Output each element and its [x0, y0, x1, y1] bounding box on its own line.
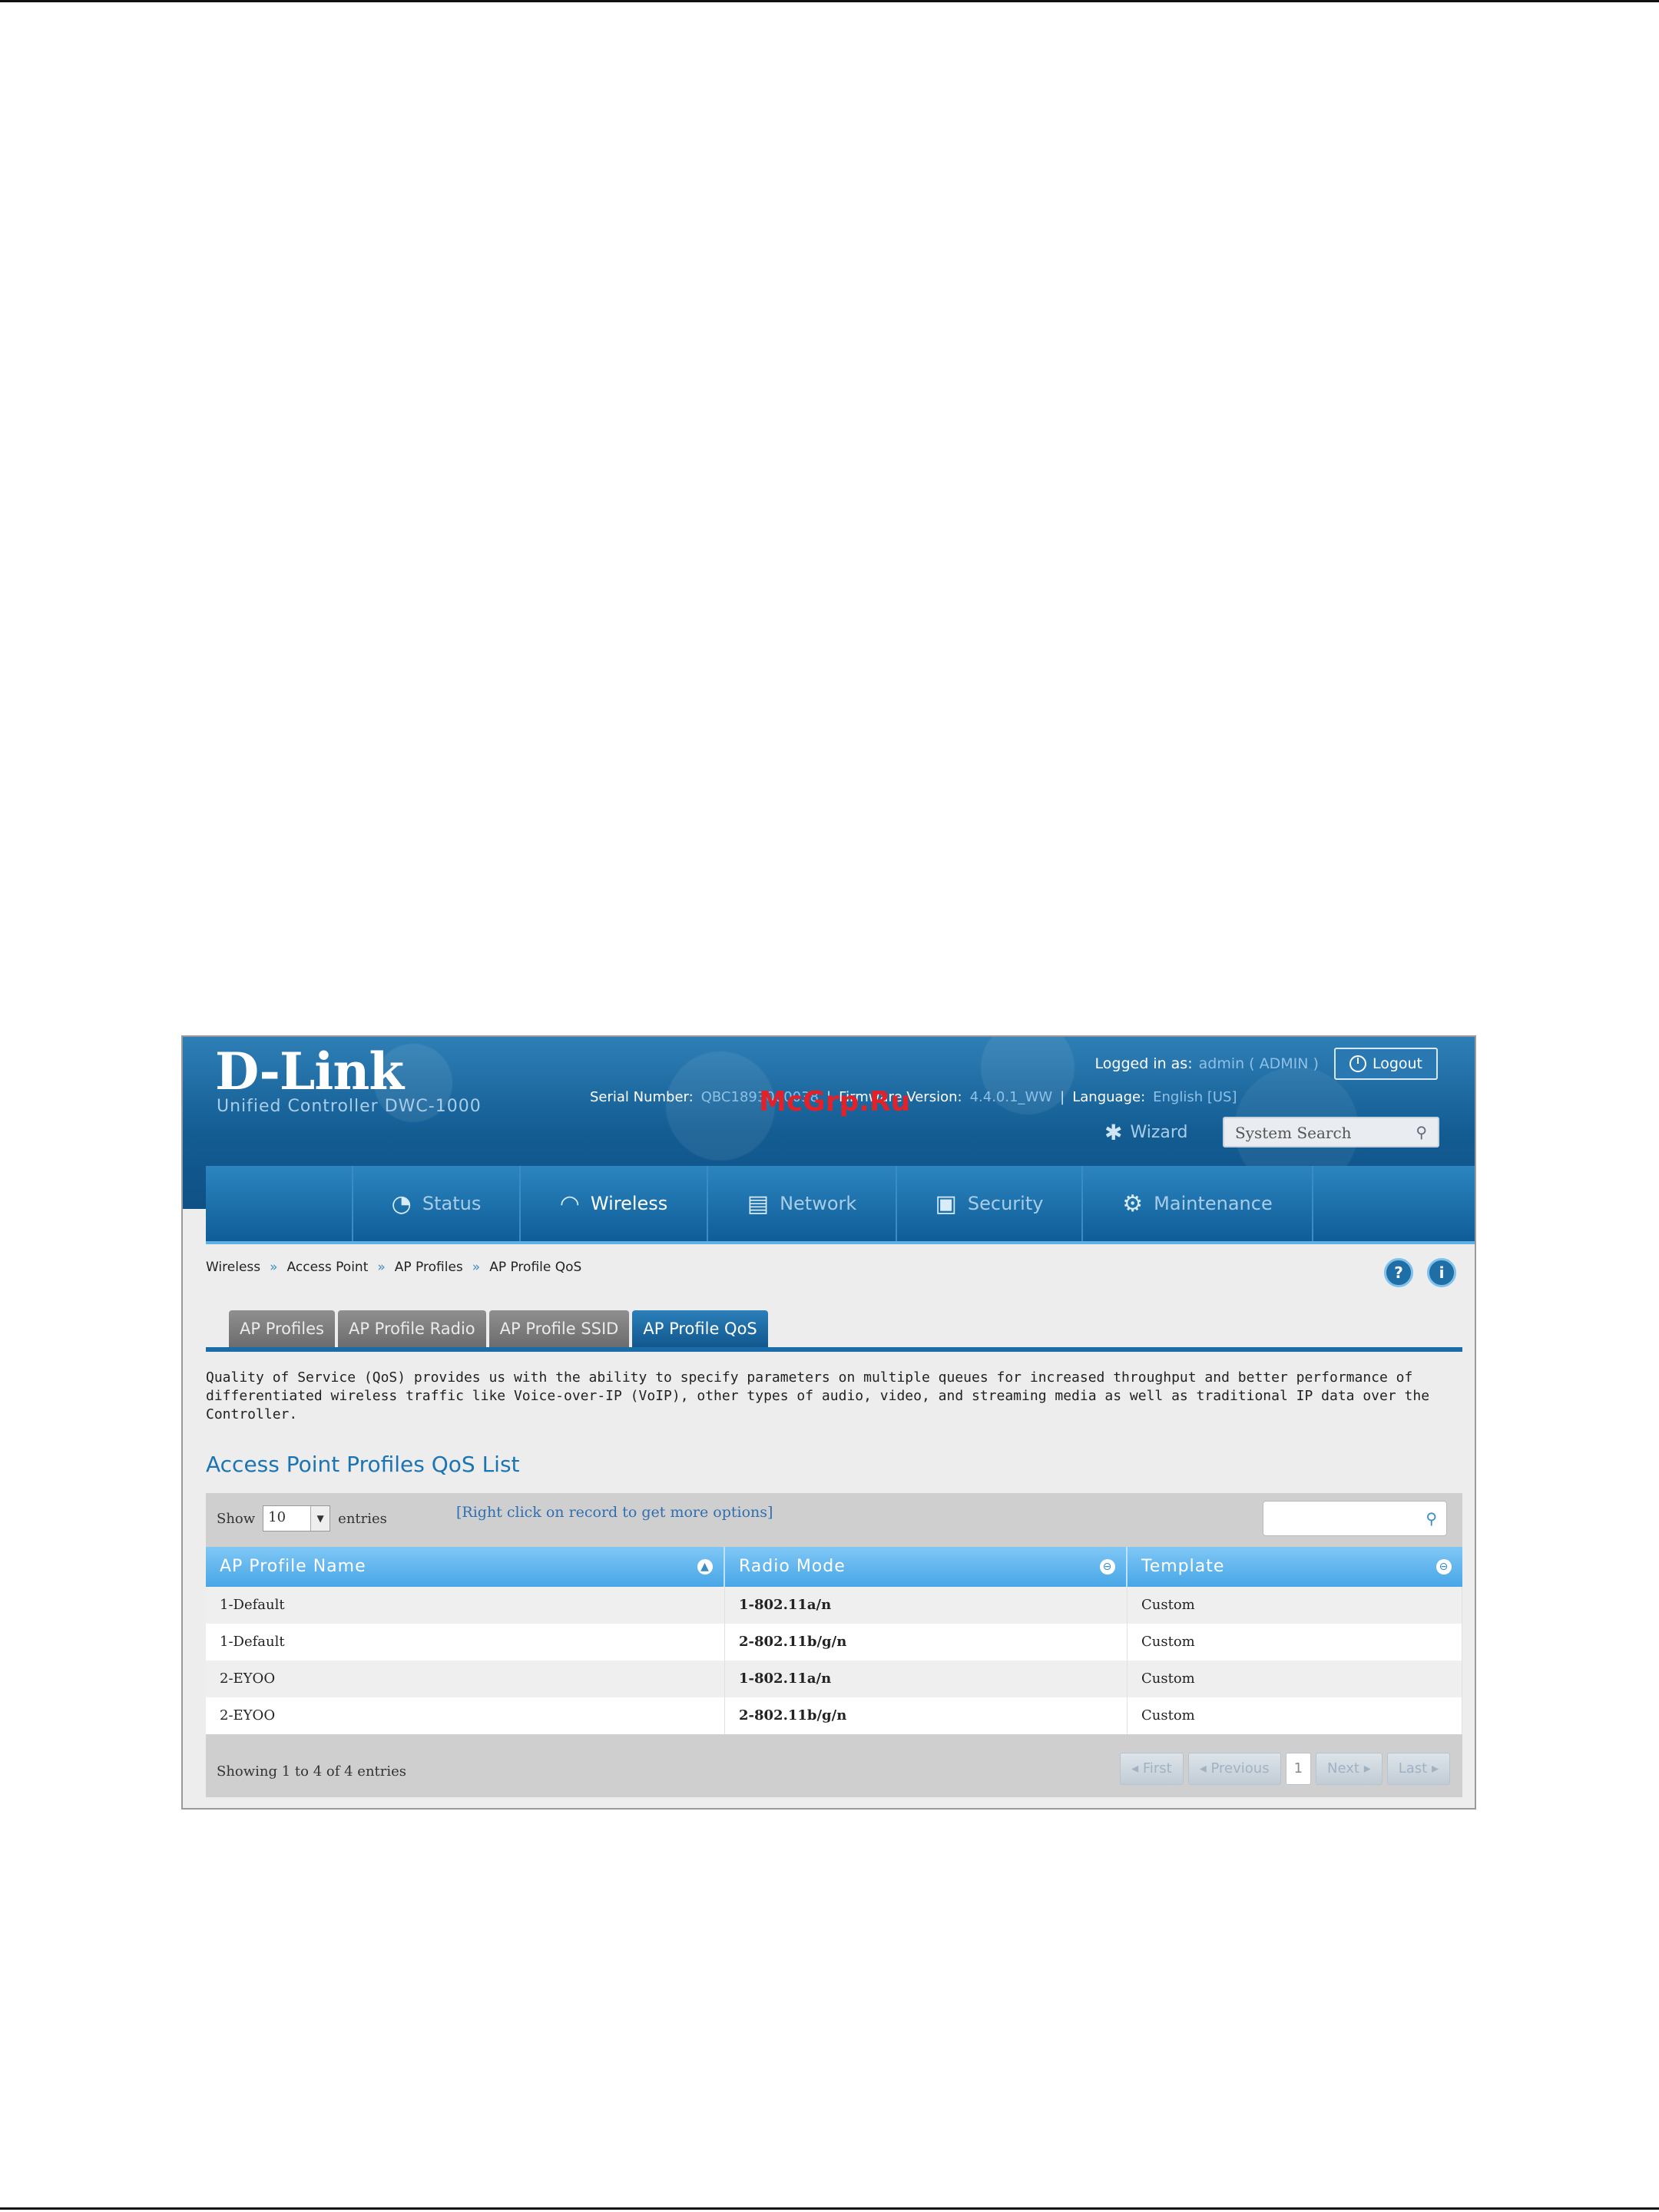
language-value[interactable]: English [US] — [1153, 1089, 1237, 1105]
cell-template: Custom — [1128, 1697, 1462, 1734]
language-label: Language: — [1072, 1089, 1146, 1105]
show-label: Show — [217, 1510, 256, 1527]
firmware-value: 4.4.0.1_WW — [969, 1089, 1053, 1105]
column-radio-mode[interactable]: Radio Mode ⊖ — [725, 1547, 1128, 1587]
column-ap-profile-name[interactable]: AP Profile Name ▲ — [206, 1547, 725, 1587]
cell-radio-mode: 1-802.11a/n — [725, 1661, 1128, 1697]
entries-label: entries — [338, 1510, 387, 1527]
grid-search-input[interactable]: ⚲ — [1263, 1501, 1447, 1536]
search-icon[interactable]: ⚲ — [1426, 1509, 1437, 1528]
tab-ap-profile-radio[interactable]: AP Profile Radio — [337, 1310, 486, 1347]
tab-ap-profiles[interactable]: AP Profiles — [229, 1310, 335, 1347]
entries-value: 10 — [268, 1509, 286, 1525]
nav-security[interactable]: ▣ Security — [897, 1166, 1083, 1241]
wizard-link[interactable]: ✱ Wizard — [1104, 1120, 1188, 1145]
wand-icon: ✱ — [1104, 1120, 1123, 1145]
table-row[interactable]: 2-EYOO 1-802.11a/n Custom — [206, 1661, 1462, 1697]
main-nav: ◔ Status ◠ Wireless ▤ Network ▣ Security… — [206, 1166, 1475, 1244]
breadcrumb-item[interactable]: AP Profiles — [395, 1260, 463, 1275]
qos-grid-panel: Show 10 ▼ entries [Right click on record… — [206, 1493, 1462, 1797]
sort-asc-icon[interactable]: ▲ — [697, 1559, 713, 1575]
sort-icon[interactable]: ⊖ — [1100, 1559, 1115, 1575]
nav-network[interactable]: ▤ Network — [708, 1166, 897, 1241]
help-icon[interactable]: ? — [1384, 1258, 1413, 1287]
cell-profile-name: 2-EYOO — [206, 1697, 725, 1734]
breadcrumb: Wireless» Access Point» AP Profiles» AP Pro… — [206, 1260, 582, 1275]
page-number-button[interactable]: 1 — [1285, 1753, 1312, 1785]
table-row[interactable]: 1-Default 1-802.11a/n Custom — [206, 1587, 1462, 1624]
entries-summary: Showing 1 to 4 of 4 entries — [217, 1763, 407, 1780]
cell-profile-name: 1-Default — [206, 1624, 725, 1661]
table-body: 1-Default 1-802.11a/n Custom 1-Default 2… — [206, 1587, 1462, 1734]
breadcrumb-item[interactable]: Access Point — [287, 1260, 369, 1275]
serial-label: Serial Number: — [590, 1089, 694, 1105]
watermark: McGrp.Ru — [759, 1086, 911, 1118]
table-row[interactable]: 1-Default 2-802.11b/g/n Custom — [206, 1624, 1462, 1661]
logged-in-label: Logged in as: — [1094, 1055, 1193, 1072]
sub-tabs: AP Profiles AP Profile Radio AP Profile … — [229, 1310, 768, 1347]
gears-icon: ⚙ — [1122, 1190, 1144, 1217]
breadcrumb-current: AP Profile QoS — [489, 1260, 582, 1275]
page-top-rule — [0, 0, 1659, 2]
info-icon[interactable]: i — [1427, 1258, 1456, 1287]
device-info-row: Serial Number: QBC1893000038 | Firmware … — [590, 1089, 1237, 1105]
search-placeholder: System Search — [1235, 1124, 1352, 1142]
cell-profile-name: 2-EYOO — [206, 1661, 725, 1697]
first-page-button[interactable]: ◂ First — [1120, 1753, 1184, 1785]
cell-template: Custom — [1128, 1587, 1462, 1624]
logout-button[interactable]: Logout — [1333, 1048, 1438, 1080]
tab-underline — [206, 1347, 1462, 1352]
next-page-button[interactable]: Next ▸ — [1316, 1753, 1382, 1785]
pagination: ◂ First ◂ Previous 1 Next ▸ Last ▸ — [1120, 1753, 1450, 1785]
cell-radio-mode: 2-802.11b/g/n — [725, 1697, 1128, 1734]
gauge-icon: ◔ — [391, 1190, 412, 1217]
chevron-down-icon: ▼ — [310, 1506, 330, 1531]
column-template[interactable]: Template ⊖ — [1128, 1547, 1462, 1587]
power-icon — [1349, 1055, 1366, 1072]
tab-ap-profile-ssid[interactable]: AP Profile SSID — [488, 1310, 630, 1347]
product-subtitle: Unified Controller DWC-1000 — [217, 1097, 482, 1116]
section-title: Access Point Profiles QoS List — [206, 1452, 520, 1477]
entries-control: Show 10 ▼ entries — [217, 1505, 387, 1532]
cell-template: Custom — [1128, 1624, 1462, 1661]
nav-wireless[interactable]: ◠ Wireless — [521, 1166, 708, 1241]
sort-icon[interactable]: ⊖ — [1436, 1559, 1452, 1575]
tab-ap-profile-qos[interactable]: AP Profile QoS — [632, 1310, 768, 1347]
network-icon: ▤ — [747, 1190, 770, 1217]
wifi-icon: ◠ — [559, 1190, 580, 1217]
cell-profile-name: 1-Default — [206, 1587, 725, 1624]
search-icon[interactable]: ⚲ — [1416, 1123, 1427, 1141]
last-page-button[interactable]: Last ▸ — [1386, 1753, 1450, 1785]
logout-label: Logout — [1372, 1055, 1422, 1072]
entries-select[interactable]: 10 ▼ — [263, 1505, 331, 1532]
system-search-input[interactable]: System Search ⚲ — [1223, 1117, 1439, 1147]
page-description: Quality of Service (QoS) provides us wit… — [206, 1369, 1430, 1422]
previous-page-button[interactable]: ◂ Previous — [1187, 1753, 1281, 1785]
dlink-logo: D-Link — [215, 1041, 404, 1101]
page-bottom-rule — [0, 2207, 1659, 2210]
table-row[interactable]: 2-EYOO 2-802.11b/g/n Custom — [206, 1697, 1462, 1734]
breadcrumb-item[interactable]: Wireless — [206, 1260, 260, 1275]
nav-maintenance[interactable]: ⚙ Maintenance — [1083, 1166, 1313, 1241]
right-click-hint: [Right click on record to get more optio… — [456, 1504, 773, 1521]
dlink-screenshot: D-Link Unified Controller DWC-1000 Logge… — [181, 1035, 1476, 1810]
cell-radio-mode: 1-802.11a/n — [725, 1587, 1128, 1624]
lock-icon: ▣ — [935, 1190, 957, 1217]
login-row: Logged in as: admin ( ADMIN ) Logout — [1095, 1048, 1438, 1080]
cell-radio-mode: 2-802.11b/g/n — [725, 1624, 1128, 1661]
wizard-label: Wizard — [1130, 1123, 1188, 1142]
cell-template: Custom — [1128, 1661, 1462, 1697]
table-header: AP Profile Name ▲ Radio Mode ⊖ Template … — [206, 1547, 1462, 1587]
logged-in-user: admin ( ADMIN ) — [1198, 1055, 1319, 1072]
nav-status[interactable]: ◔ Status — [352, 1166, 521, 1241]
